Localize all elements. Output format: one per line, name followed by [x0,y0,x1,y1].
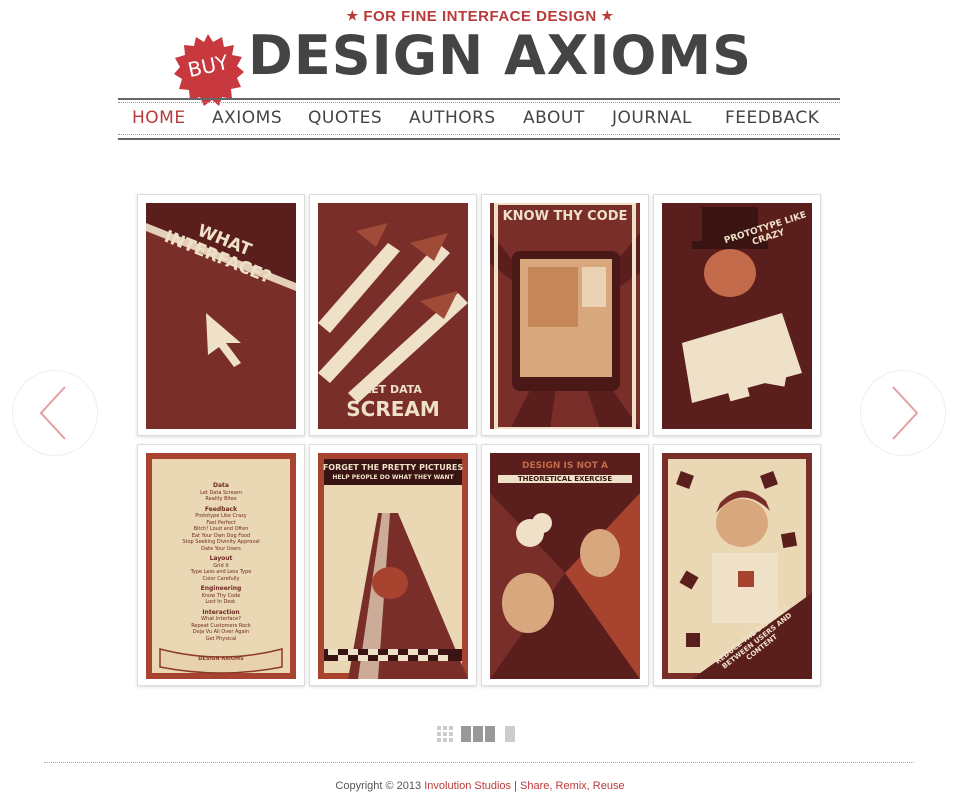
poster-card-forget-pretty-pictures[interactable]: FORGET THE PRETTY PICTURES HELP PEOPLE D… [309,444,477,686]
star-icon: ★ [346,8,359,23]
site-logo[interactable]: DESIGN AXIOMS [248,24,752,88]
main-nav: HOME AXIOMS QUOTES AUTHORS ABOUT JOURNAL… [118,108,840,132]
poster-image: Data Let Data Scream Reality Bites Feedb… [146,453,296,679]
poster-image: LET DATA SCREAM [318,203,468,429]
poster-image: FORGET THE PRETTY PICTURES HELP PEOPLE D… [318,453,468,679]
poster-image: WHAT INTERFACE? [146,203,296,429]
poster-card-reduce-distance[interactable]: REDUCE THE DISTANCE BETWEEN USERS AND CO… [653,444,821,686]
nav-item-home[interactable]: HOME [132,108,186,128]
poster-image: DESIGN IS NOT A THEORETICAL EXERCISE [490,453,640,679]
single-view-icon[interactable] [504,725,516,743]
nav-item-authors[interactable]: AUTHORS [409,108,496,128]
nav-item-quotes[interactable]: QUOTES [308,108,382,128]
nav-divider [118,102,840,103]
company-link[interactable]: Involution Studios [424,780,511,792]
poster-image: KNOW THY CODE [490,203,640,429]
poster-title: DESIGN AXIOMS [198,656,244,662]
footer-divider [44,762,914,763]
nav-item-about[interactable]: ABOUT [523,108,585,128]
poster-image: REDUCE THE DISTANCE BETWEEN USERS AND CO… [662,453,812,679]
share-remix-link[interactable]: Share, Remix, Reuse [520,780,625,792]
prev-arrow-button[interactable] [12,370,98,456]
star-icon: ★ [601,8,614,23]
poster-image: PROTOTYPE LIKE CRAZY [662,203,812,429]
axioms-list-item: Get Physical [205,635,237,642]
poster-title: DESIGN IS NOT A [522,461,608,471]
poster-card-what-interface[interactable]: WHAT INTERFACE? [137,194,305,436]
nav-divider [118,98,840,100]
chevron-left-icon [39,386,66,440]
buy-badge-button[interactable]: BUY [172,34,244,106]
copyright-text: Copyright © 2013 [335,780,422,792]
footer-separator: | [514,780,517,792]
axioms-list: Data Let Data Scream Reality Bites Feedb… [146,482,296,642]
tagline: ★ FOR FINE INTERFACE DESIGN ★ [0,8,960,25]
poster-card-design-axioms-list[interactable]: Data Let Data Scream Reality Bites Feedb… [137,444,305,686]
columns-view-icon[interactable] [460,725,496,743]
poster-title: KNOW THY CODE [502,209,628,224]
poster-title: LET DATA [364,383,422,396]
poster-card-know-thy-code[interactable]: KNOW THY CODE [481,194,649,436]
chevron-right-icon [892,386,919,440]
poster-subtitle: HELP PEOPLE DO WHAT THEY WANT [332,474,454,481]
poster-title: FORGET THE PRETTY PICTURES [322,463,464,472]
poster-card-prototype-like-crazy[interactable]: PROTOTYPE LIKE CRAZY [653,194,821,436]
tagline-text: FOR FINE INTERFACE DESIGN [363,8,597,25]
nav-divider [118,138,840,140]
nav-item-feedback[interactable]: FEEDBACK [725,108,819,128]
poster-card-design-not-theoretical[interactable]: DESIGN IS NOT A THEORETICAL EXERCISE [481,444,649,686]
nav-item-axioms[interactable]: AXIOMS [212,108,282,128]
poster-card-let-data-scream[interactable]: LET DATA SCREAM [309,194,477,436]
poster-subtitle: THEORETICAL EXERCISE [498,475,632,483]
footer: Copyright © 2013 Involution Studios | Sh… [0,780,960,792]
nav-divider [118,134,840,135]
grid-view-icon[interactable] [436,725,454,743]
poster-subtitle: SCREAM [346,397,440,421]
next-arrow-button[interactable] [860,370,946,456]
nav-item-journal[interactable]: JOURNAL [612,108,692,128]
